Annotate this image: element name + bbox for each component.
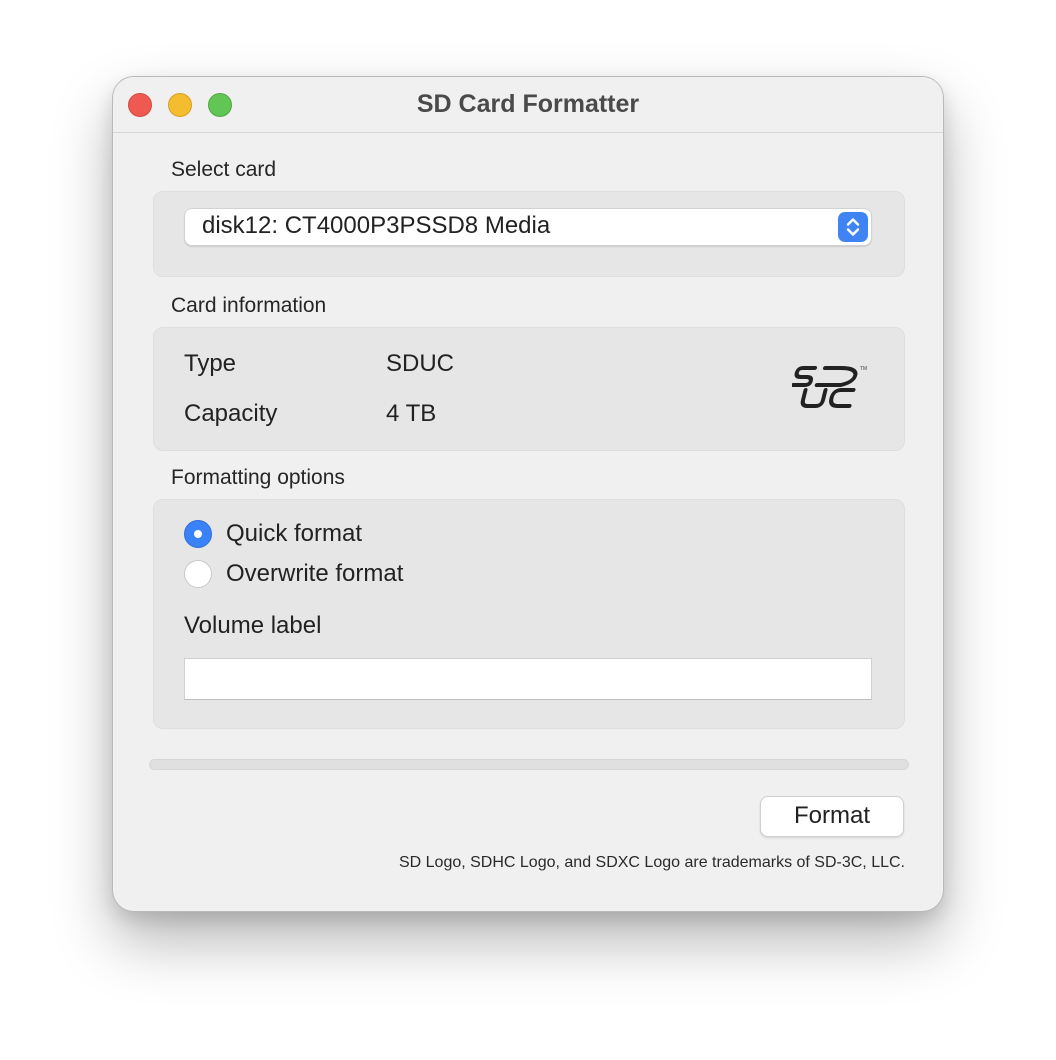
window-title: SD Card Formatter — [416, 90, 640, 118]
sduc-logo-icon: TM — [790, 364, 868, 410]
volume-label-input[interactable] — [184, 658, 872, 700]
card-information-label: Card information — [171, 294, 327, 317]
capacity-label: Capacity — [184, 400, 278, 427]
select-card-group: disk12: CT4000P3PSSD8 Media — [153, 191, 905, 277]
selected-card-value: disk12: CT4000P3PSSD8 Media — [202, 212, 551, 239]
select-card-label: Select card — [171, 158, 277, 181]
formatting-options-label: Formatting options — [171, 466, 345, 489]
type-label: Type — [184, 350, 237, 377]
volume-label-caption: Volume label — [184, 612, 322, 639]
trademark-footnote: SD Logo, SDHC Logo, and SDXC Logo are tr… — [398, 854, 905, 871]
quick-format-label[interactable]: Quick format — [226, 520, 362, 548]
title-bar: SD Card Formatter — [113, 77, 943, 133]
format-progress-bar — [149, 759, 909, 770]
overwrite-format-label[interactable]: Overwrite format — [226, 560, 403, 588]
svg-text:TM: TM — [860, 366, 867, 372]
chevron-up-down-icon — [838, 212, 868, 242]
overwrite-format-radio[interactable] — [184, 560, 212, 588]
card-information-group: Type SDUC Capacity 4 TB TM — [153, 327, 905, 451]
quick-format-radio[interactable] — [184, 520, 212, 548]
capacity-value: 4 TB — [386, 400, 437, 427]
type-value: SDUC — [386, 350, 455, 377]
sd-card-formatter-window: SD Card Formatter Select card disk12: CT… — [112, 76, 944, 912]
card-select-dropdown[interactable]: disk12: CT4000P3PSSD8 Media — [184, 208, 872, 246]
format-button[interactable]: Format — [760, 796, 904, 837]
formatting-options-group: Quick format Overwrite format Volume lab… — [153, 499, 905, 729]
